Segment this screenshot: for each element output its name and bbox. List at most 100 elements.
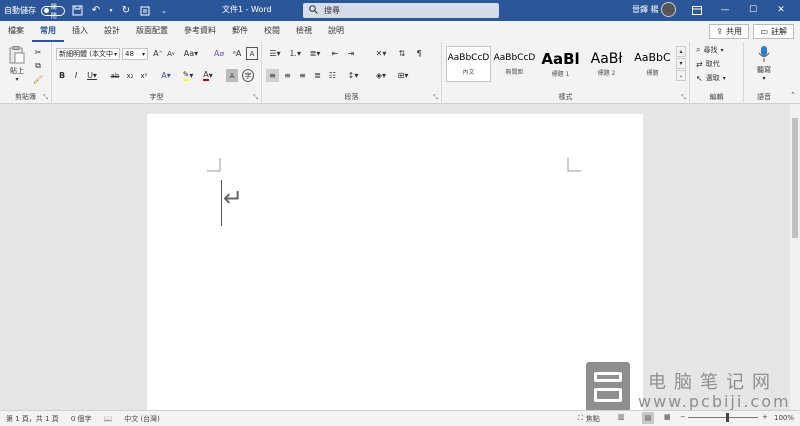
styles-scroll-down-icon[interactable]: ▾ (676, 58, 686, 69)
style-heading-2[interactable]: AaBł 標題 2 (584, 46, 629, 82)
character-shading-icon[interactable]: A (226, 69, 238, 82)
tab-file[interactable]: 檔案 (0, 21, 32, 42)
avatar[interactable] (661, 2, 676, 17)
share-button[interactable]: ⇪ 共用 (709, 24, 749, 39)
proofing-icon[interactable]: 📖 (98, 415, 119, 423)
maximize-icon[interactable]: ☐ (740, 2, 766, 18)
undo-icon[interactable]: ↶ (89, 4, 103, 18)
word-count[interactable]: 0 個字 (65, 414, 98, 424)
borders-icon[interactable]: ⊞▾ (394, 69, 412, 82)
style-sample: AaBbCcD (493, 52, 536, 63)
ribbon-display-options-icon[interactable] (684, 2, 710, 18)
font-size-combo[interactable]: 48 ▾ (122, 48, 148, 60)
zoom-slider[interactable] (688, 417, 758, 418)
undo-dropdown-icon[interactable]: ▾ (108, 4, 114, 18)
tab-references[interactable]: 參考資料 (176, 21, 224, 42)
decrease-indent-icon[interactable]: ⇤ (328, 47, 342, 60)
bullets-icon[interactable]: ☰▾ (266, 47, 284, 60)
customize-qat-icon[interactable]: ⌄ (157, 4, 171, 18)
close-icon[interactable]: ✕ (768, 2, 794, 18)
shrink-font-icon[interactable]: Av (165, 47, 177, 60)
zoom-slider-thumb[interactable] (726, 413, 729, 422)
redo-icon[interactable]: ↻ (119, 4, 133, 18)
line-spacing-icon[interactable]: ↕▾ (344, 69, 362, 82)
align-left-icon[interactable]: ≡ (266, 69, 279, 82)
distributed-icon[interactable]: ☷ (326, 69, 339, 82)
format-painter-icon[interactable]: 🖌 (32, 73, 44, 85)
copy-icon[interactable]: ⧉ (32, 60, 44, 72)
align-right-icon[interactable]: ≡ (296, 69, 309, 82)
cut-icon[interactable]: ✂ (32, 46, 44, 58)
justify-icon[interactable]: ≣ (311, 69, 324, 82)
document-page[interactable]: ↵ (147, 114, 643, 414)
grow-font-icon[interactable]: A ^ (152, 47, 164, 60)
underline-icon[interactable]: U▾ (84, 69, 100, 82)
save-icon[interactable] (70, 4, 84, 18)
font-name-combo[interactable]: 新細明體 (本文中 ▾ (56, 48, 120, 60)
collapse-ribbon-icon[interactable]: ⌃ (788, 90, 798, 100)
numbering-icon[interactable]: ⒈▾ (286, 47, 304, 60)
language[interactable]: 中文 (台灣) (118, 414, 166, 424)
subscript-icon[interactable]: x₂ (124, 69, 136, 82)
change-case-icon[interactable]: Aa▾ (182, 47, 200, 60)
search-box[interactable]: 搜尋 (303, 3, 499, 18)
paragraph-launcher-icon[interactable]: ⤡ (433, 94, 438, 102)
encircle-character-icon[interactable]: 字 (242, 69, 254, 82)
tab-insert[interactable]: 插入 (64, 21, 96, 42)
highlight-color-icon[interactable]: ✎ ▾ (180, 69, 196, 82)
styles-scroll-up-icon[interactable]: ▴ (676, 46, 686, 57)
multilevel-list-icon[interactable]: ≣▾ (306, 47, 324, 60)
italic-icon[interactable]: I (70, 69, 82, 82)
minimize-icon[interactable]: — (712, 2, 738, 18)
clear-formatting-icon[interactable]: A⌀ (212, 47, 226, 60)
phonetic-guide-icon[interactable]: ᵃA (230, 47, 244, 60)
font-color-icon[interactable]: A ▾ (200, 69, 216, 82)
zoom-level[interactable]: 100% (774, 414, 794, 422)
asian-layout-icon[interactable]: ✕▾ (372, 47, 390, 60)
tab-layout[interactable]: 版面配置 (128, 21, 176, 42)
style-normal[interactable]: AaBbCcD 內文 (446, 46, 491, 82)
styles-more-icon[interactable]: ⌄ (676, 70, 686, 81)
tab-review[interactable]: 校閱 (256, 21, 288, 42)
select-button[interactable]: ↖ 選取 ▾ (696, 72, 726, 84)
comments-button[interactable]: ▭ 註解 (753, 24, 794, 39)
increase-indent-icon[interactable]: ⇥ (344, 47, 358, 60)
tab-help[interactable]: 說明 (320, 21, 352, 42)
autosave-toggle[interactable]: 關閉 (41, 4, 65, 20)
tab-mailings[interactable]: 郵件 (224, 21, 256, 42)
zoom-out-icon[interactable]: − (680, 413, 686, 421)
web-layout-icon[interactable]: ▦ (664, 413, 671, 421)
replace-button[interactable]: ⇄ 取代 (696, 58, 720, 70)
tab-home[interactable]: 常用 (32, 21, 64, 42)
zoom-in-icon[interactable]: + (762, 413, 768, 421)
style-title[interactable]: AaBbC 標題 (630, 46, 675, 82)
paste-button[interactable]: 貼上 ▾ (6, 45, 28, 83)
enclose-characters-icon[interactable]: A (246, 47, 258, 60)
dictate-button[interactable]: 聽寫 ▾ (752, 44, 776, 82)
style-heading-1[interactable]: AaBl 標題 1 (538, 46, 583, 82)
font-launcher-icon[interactable]: ⤡ (253, 94, 258, 102)
styles-launcher-icon[interactable]: ⤡ (681, 94, 686, 102)
superscript-icon[interactable]: x² (138, 69, 150, 82)
find-button[interactable]: ⌕ 尋找 ▾ (696, 44, 724, 56)
tab-design[interactable]: 設計 (96, 21, 128, 42)
style-no-spacing[interactable]: AaBbCcD 無間距 (492, 46, 537, 82)
shading-icon[interactable]: ◈▾ (372, 69, 390, 82)
print-preview-icon[interactable] (138, 4, 152, 18)
strikethrough-icon[interactable]: ab (108, 69, 122, 82)
page-count[interactable]: 第 1 頁，共 1 頁 (0, 414, 65, 424)
focus-button[interactable]: ⛶ 焦點 (578, 414, 600, 424)
read-mode-icon[interactable]: ▥ (618, 413, 625, 421)
clipboard-launcher-icon[interactable]: ⤡ (43, 94, 48, 102)
tab-view[interactable]: 檢視 (288, 21, 320, 42)
show-hide-marks-icon[interactable]: ¶ (412, 47, 426, 60)
print-layout-icon[interactable]: ▤ (642, 412, 654, 424)
text-effects-icon[interactable]: A▾ (158, 69, 174, 82)
user-name[interactable]: 晉鐸 楊 (632, 4, 659, 15)
scrollbar-thumb[interactable] (792, 118, 798, 238)
document-title: 文件1 - Word (222, 5, 272, 14)
align-center-icon[interactable]: ≡ (281, 69, 294, 82)
bold-icon[interactable]: B (56, 69, 68, 82)
vertical-scrollbar[interactable] (790, 104, 800, 410)
sort-icon[interactable]: ⇅ (394, 47, 410, 60)
